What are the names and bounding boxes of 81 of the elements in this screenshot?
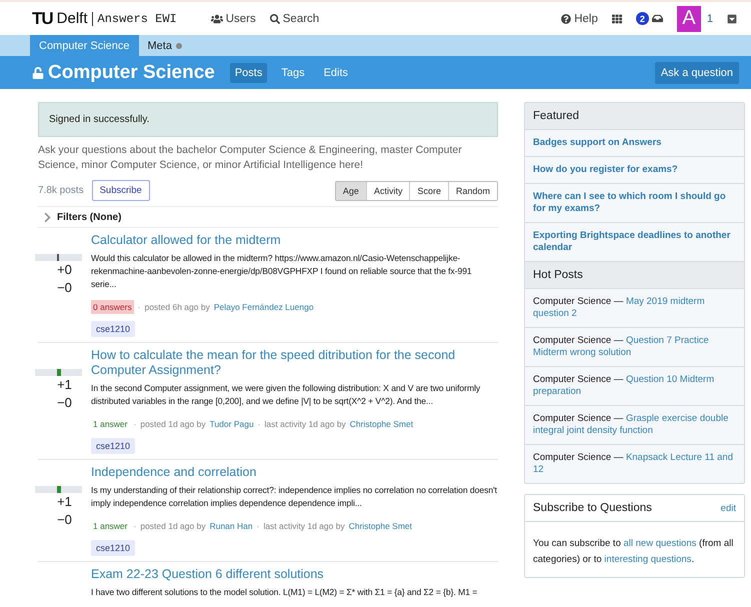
card-title: Featured bbox=[525, 103, 744, 130]
notification-count: 2 bbox=[636, 12, 649, 25]
apps-grid-icon[interactable] bbox=[612, 14, 622, 24]
ask-question-button[interactable]: Ask a question bbox=[654, 62, 739, 84]
post-excerpt: In the second Computer assignment, we were given the following distribution: X and V are two uniformly distributed variables in the range [0,200], and we define |V| to be sqrt(X^2 + V^2). And the... bbox=[91, 382, 482, 408]
post-excerpt: Is my understanding of their relationship correct?: independence implies no correlation no correlation doesn't imply independence correlation implies dependence dependence impli... bbox=[91, 484, 498, 510]
category-link[interactable]: Posts bbox=[230, 62, 268, 82]
answer-count: 1 answer bbox=[92, 520, 128, 533]
subscribe-link[interactable]: interesting questions bbox=[604, 554, 692, 564]
hot-post-link[interactable]: Computer Science — Grasple exercise double integral joint density function bbox=[525, 406, 744, 445]
nav-link[interactable]: Search bbox=[270, 12, 320, 24]
site-name: Answers EWI bbox=[92, 12, 177, 26]
author-link[interactable]: Christophe Smet bbox=[348, 521, 412, 531]
posted-info: posted 6h ago by bbox=[144, 302, 210, 312]
help-link[interactable]: Help bbox=[561, 12, 598, 24]
posted-info: posted 1d ago by bbox=[140, 419, 206, 429]
post-title[interactable]: Exam 22-23 Question 6 different solutions bbox=[91, 567, 498, 582]
downvote-count: −0 bbox=[57, 394, 72, 412]
edit-link[interactable]: edit bbox=[720, 502, 736, 514]
upvote-count: +1 bbox=[57, 376, 72, 394]
subscribe-button[interactable]: Subscribe bbox=[92, 180, 150, 201]
post-tag[interactable]: cse1210 bbox=[91, 438, 136, 454]
nav-link[interactable]: Users bbox=[210, 12, 256, 24]
post-title[interactable]: Calculator allowed for the midterm bbox=[91, 233, 498, 248]
success-alert: Signed in successfully. bbox=[38, 102, 498, 137]
reputation-count: 1 bbox=[706, 12, 713, 24]
dropdown-icon[interactable] bbox=[727, 14, 737, 24]
sort-button[interactable]: Age bbox=[336, 182, 366, 200]
card-title: Hot Posts bbox=[525, 262, 744, 289]
sort-button[interactable]: Random bbox=[448, 182, 497, 200]
subscribe-link[interactable]: all new questions bbox=[624, 538, 696, 549]
activity-info: last activity 1d ago by bbox=[264, 419, 346, 429]
featured-link[interactable]: Badges support on Answers bbox=[525, 130, 744, 157]
author-link[interactable]: Tudor Pagu bbox=[210, 419, 254, 429]
separator-dot: · bbox=[134, 521, 136, 531]
logo-word: Delft bbox=[56, 10, 88, 27]
category-description: Ask your questions about the bachelor Computer Science & Engineering, master Computer Science, minor Computer Science, or minor Artificial Intelligence here! bbox=[38, 143, 463, 173]
separator-dot: · bbox=[256, 521, 260, 531]
featured-link[interactable]: Where can I see to which room I should go for my exams? bbox=[525, 184, 744, 223]
activity-info: last activity 1d ago by bbox=[263, 521, 345, 531]
category-tab[interactable]: Computer Science bbox=[30, 35, 138, 56]
post-excerpt: I have two different solutions to the model solution. L(M1) = L(M2) = Σ* with Σ1 = {a} and Σ2 = {b}. M1 = bbox=[91, 586, 478, 599]
search-icon bbox=[270, 14, 280, 24]
unlock-icon bbox=[32, 66, 44, 78]
hot-post-link[interactable]: Computer Science — Question 10 Midterm preparation bbox=[525, 367, 744, 406]
answer-count: 0 answers bbox=[91, 300, 134, 314]
hot-post-link[interactable]: Computer Science — Knapsack Lecture 11 and 12 bbox=[525, 445, 744, 483]
help-icon bbox=[561, 14, 572, 24]
author-link[interactable]: Pelayo Fernández Luengo bbox=[214, 302, 314, 312]
post-title[interactable]: How to calculate the mean for the speed ditribution for the second Computer Assignment? bbox=[91, 348, 498, 378]
post-tag[interactable]: cse1210 bbox=[91, 321, 136, 337]
separator-dot: · bbox=[134, 419, 136, 429]
downvote-count: −0 bbox=[57, 279, 72, 297]
author-link[interactable]: Runan Han bbox=[210, 521, 253, 531]
separator-dot: · bbox=[138, 302, 141, 312]
users-icon bbox=[210, 12, 223, 24]
upvote-count: +0 bbox=[57, 261, 72, 279]
logo-mark: TU bbox=[32, 8, 53, 28]
hot-post-link[interactable]: Computer Science — May 2019 midterm question 2 bbox=[525, 289, 744, 328]
answer-count: 1 answer bbox=[92, 418, 128, 431]
separator-dot: · bbox=[258, 419, 261, 429]
card-title: Subscribe to Questions bbox=[533, 502, 652, 514]
featured-link[interactable]: How do you register for exams? bbox=[525, 157, 744, 184]
downvote-count: −0 bbox=[57, 511, 72, 529]
inbox-icon[interactable] bbox=[652, 13, 663, 24]
post-title[interactable]: Independence and correlation bbox=[91, 465, 498, 480]
category-link[interactable]: Edits bbox=[318, 62, 354, 82]
category-link[interactable]: Tags bbox=[276, 62, 310, 82]
upvote-count: +1 bbox=[57, 493, 72, 511]
hot-post-link[interactable]: Computer Science — Question 7 Practice Midterm wrong solution bbox=[525, 328, 744, 367]
post-count: 7.8k posts bbox=[38, 185, 84, 196]
subscribe-text: You can subscribe to all new questions (from all categories) or to interesting questions. bbox=[532, 537, 734, 566]
category-title: Computer Science bbox=[32, 62, 215, 84]
filters-toggle[interactable]: Filters (None) bbox=[38, 206, 498, 228]
chevron-icon bbox=[42, 212, 53, 223]
category-tab[interactable]: Meta bbox=[138, 35, 191, 56]
user-avatar[interactable]: A bbox=[676, 6, 701, 32]
author-link[interactable]: Christophe Smet bbox=[350, 419, 414, 429]
post-tag[interactable]: cse1210 bbox=[91, 540, 136, 556]
posted-info: posted 1d ago by bbox=[140, 521, 206, 531]
post-excerpt: Would this calculator be allowed in the midterm? https://www.amazon.nl/Casio-Wetenschappelijke-rekenmachine-aanbevolen-zonne-energie/dp/B08VGPHFXP I found on reliable source that the fx-991 serie... bbox=[91, 252, 473, 291]
